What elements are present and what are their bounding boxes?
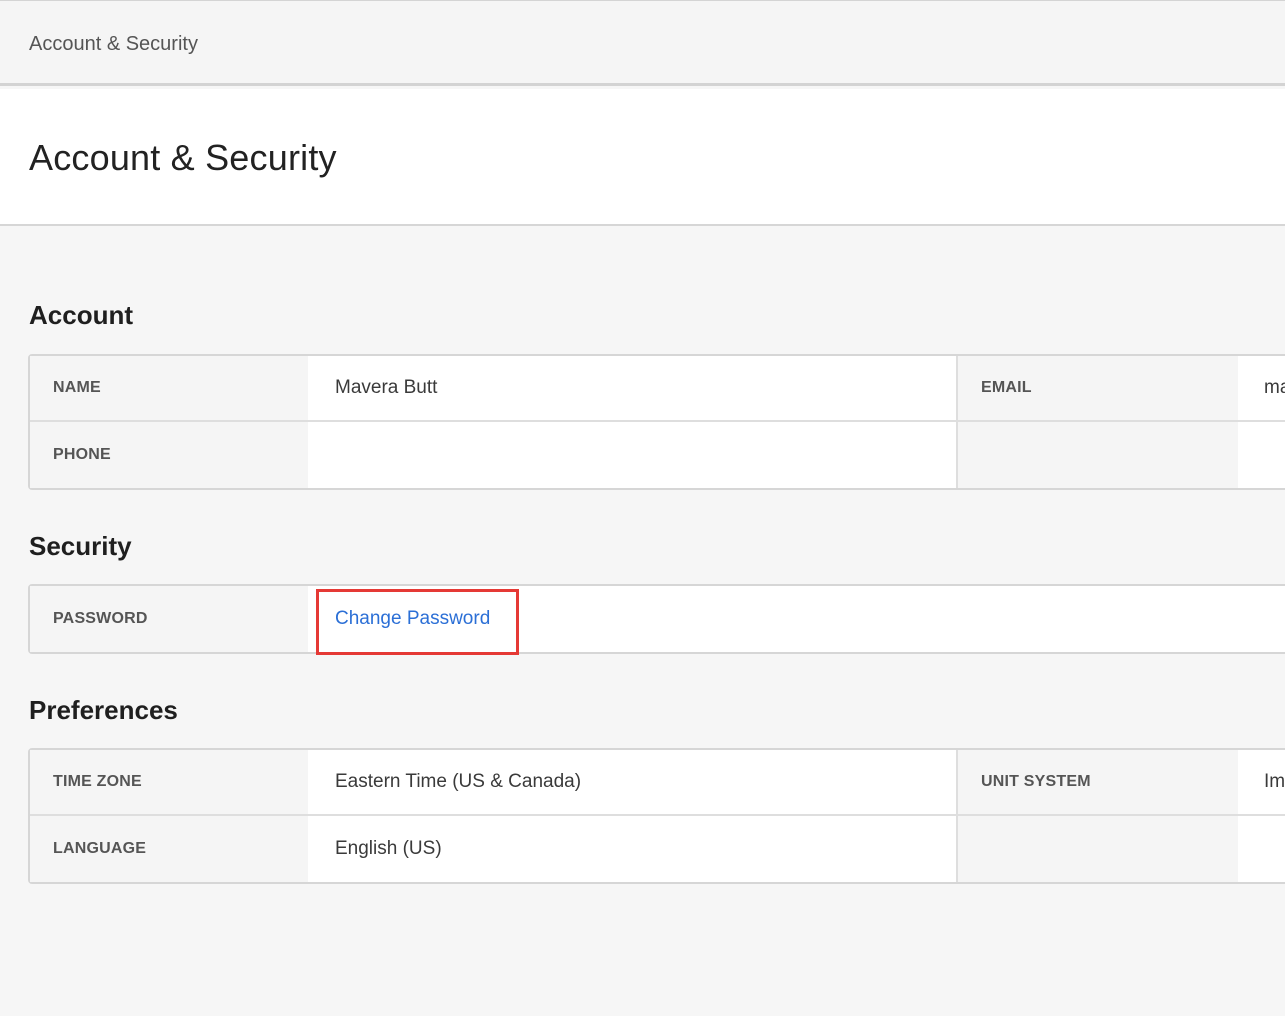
empty-label-cell: [958, 816, 1238, 882]
account-table: NAME Mavera Butt EMAIL ma PHONE: [28, 354, 1285, 490]
time-zone-value: Eastern Time (US & Canada): [308, 750, 958, 814]
unit-system-label: UNIT SYSTEM: [958, 750, 1238, 814]
phone-value: [308, 422, 958, 488]
preferences-table: TIME ZONE Eastern Time (US & Canada) UNI…: [28, 748, 1285, 884]
password-value-cell: Change Password: [308, 586, 1285, 652]
name-value: Mavera Butt: [308, 356, 958, 420]
preferences-row-language: LANGUAGE English (US): [30, 816, 1285, 882]
account-section-title: Account: [29, 300, 133, 330]
phone-label: PHONE: [30, 422, 308, 488]
email-value: ma: [1238, 356, 1285, 420]
change-password-link[interactable]: Change Password: [335, 608, 490, 630]
security-table: PASSWORD Change Password: [28, 584, 1285, 654]
time-zone-label: TIME ZONE: [30, 750, 308, 814]
preferences-section-title: Preferences: [29, 695, 178, 725]
name-label: NAME: [30, 356, 308, 420]
page-title: Account & Security: [29, 137, 337, 178]
language-label: LANGUAGE: [30, 816, 308, 882]
email-label: EMAIL: [958, 356, 1238, 420]
security-row-password: PASSWORD Change Password: [30, 586, 1285, 652]
page-header: Account & Security: [0, 89, 1285, 226]
password-label: PASSWORD: [30, 586, 308, 652]
preferences-row-timezone: TIME ZONE Eastern Time (US & Canada) UNI…: [30, 750, 1285, 816]
account-row-phone: PHONE: [30, 422, 1285, 488]
empty-value-cell: [1238, 816, 1285, 882]
security-section-title: Security: [29, 531, 132, 561]
empty-label-cell: [958, 422, 1238, 488]
unit-system-value: Imp: [1238, 750, 1285, 814]
breadcrumb: Account & Security: [29, 33, 198, 55]
top-bar: Account & Security: [0, 0, 1285, 86]
empty-value-cell: [1238, 422, 1285, 488]
language-value: English (US): [308, 816, 958, 882]
account-row-name: NAME Mavera Butt EMAIL ma: [30, 356, 1285, 422]
